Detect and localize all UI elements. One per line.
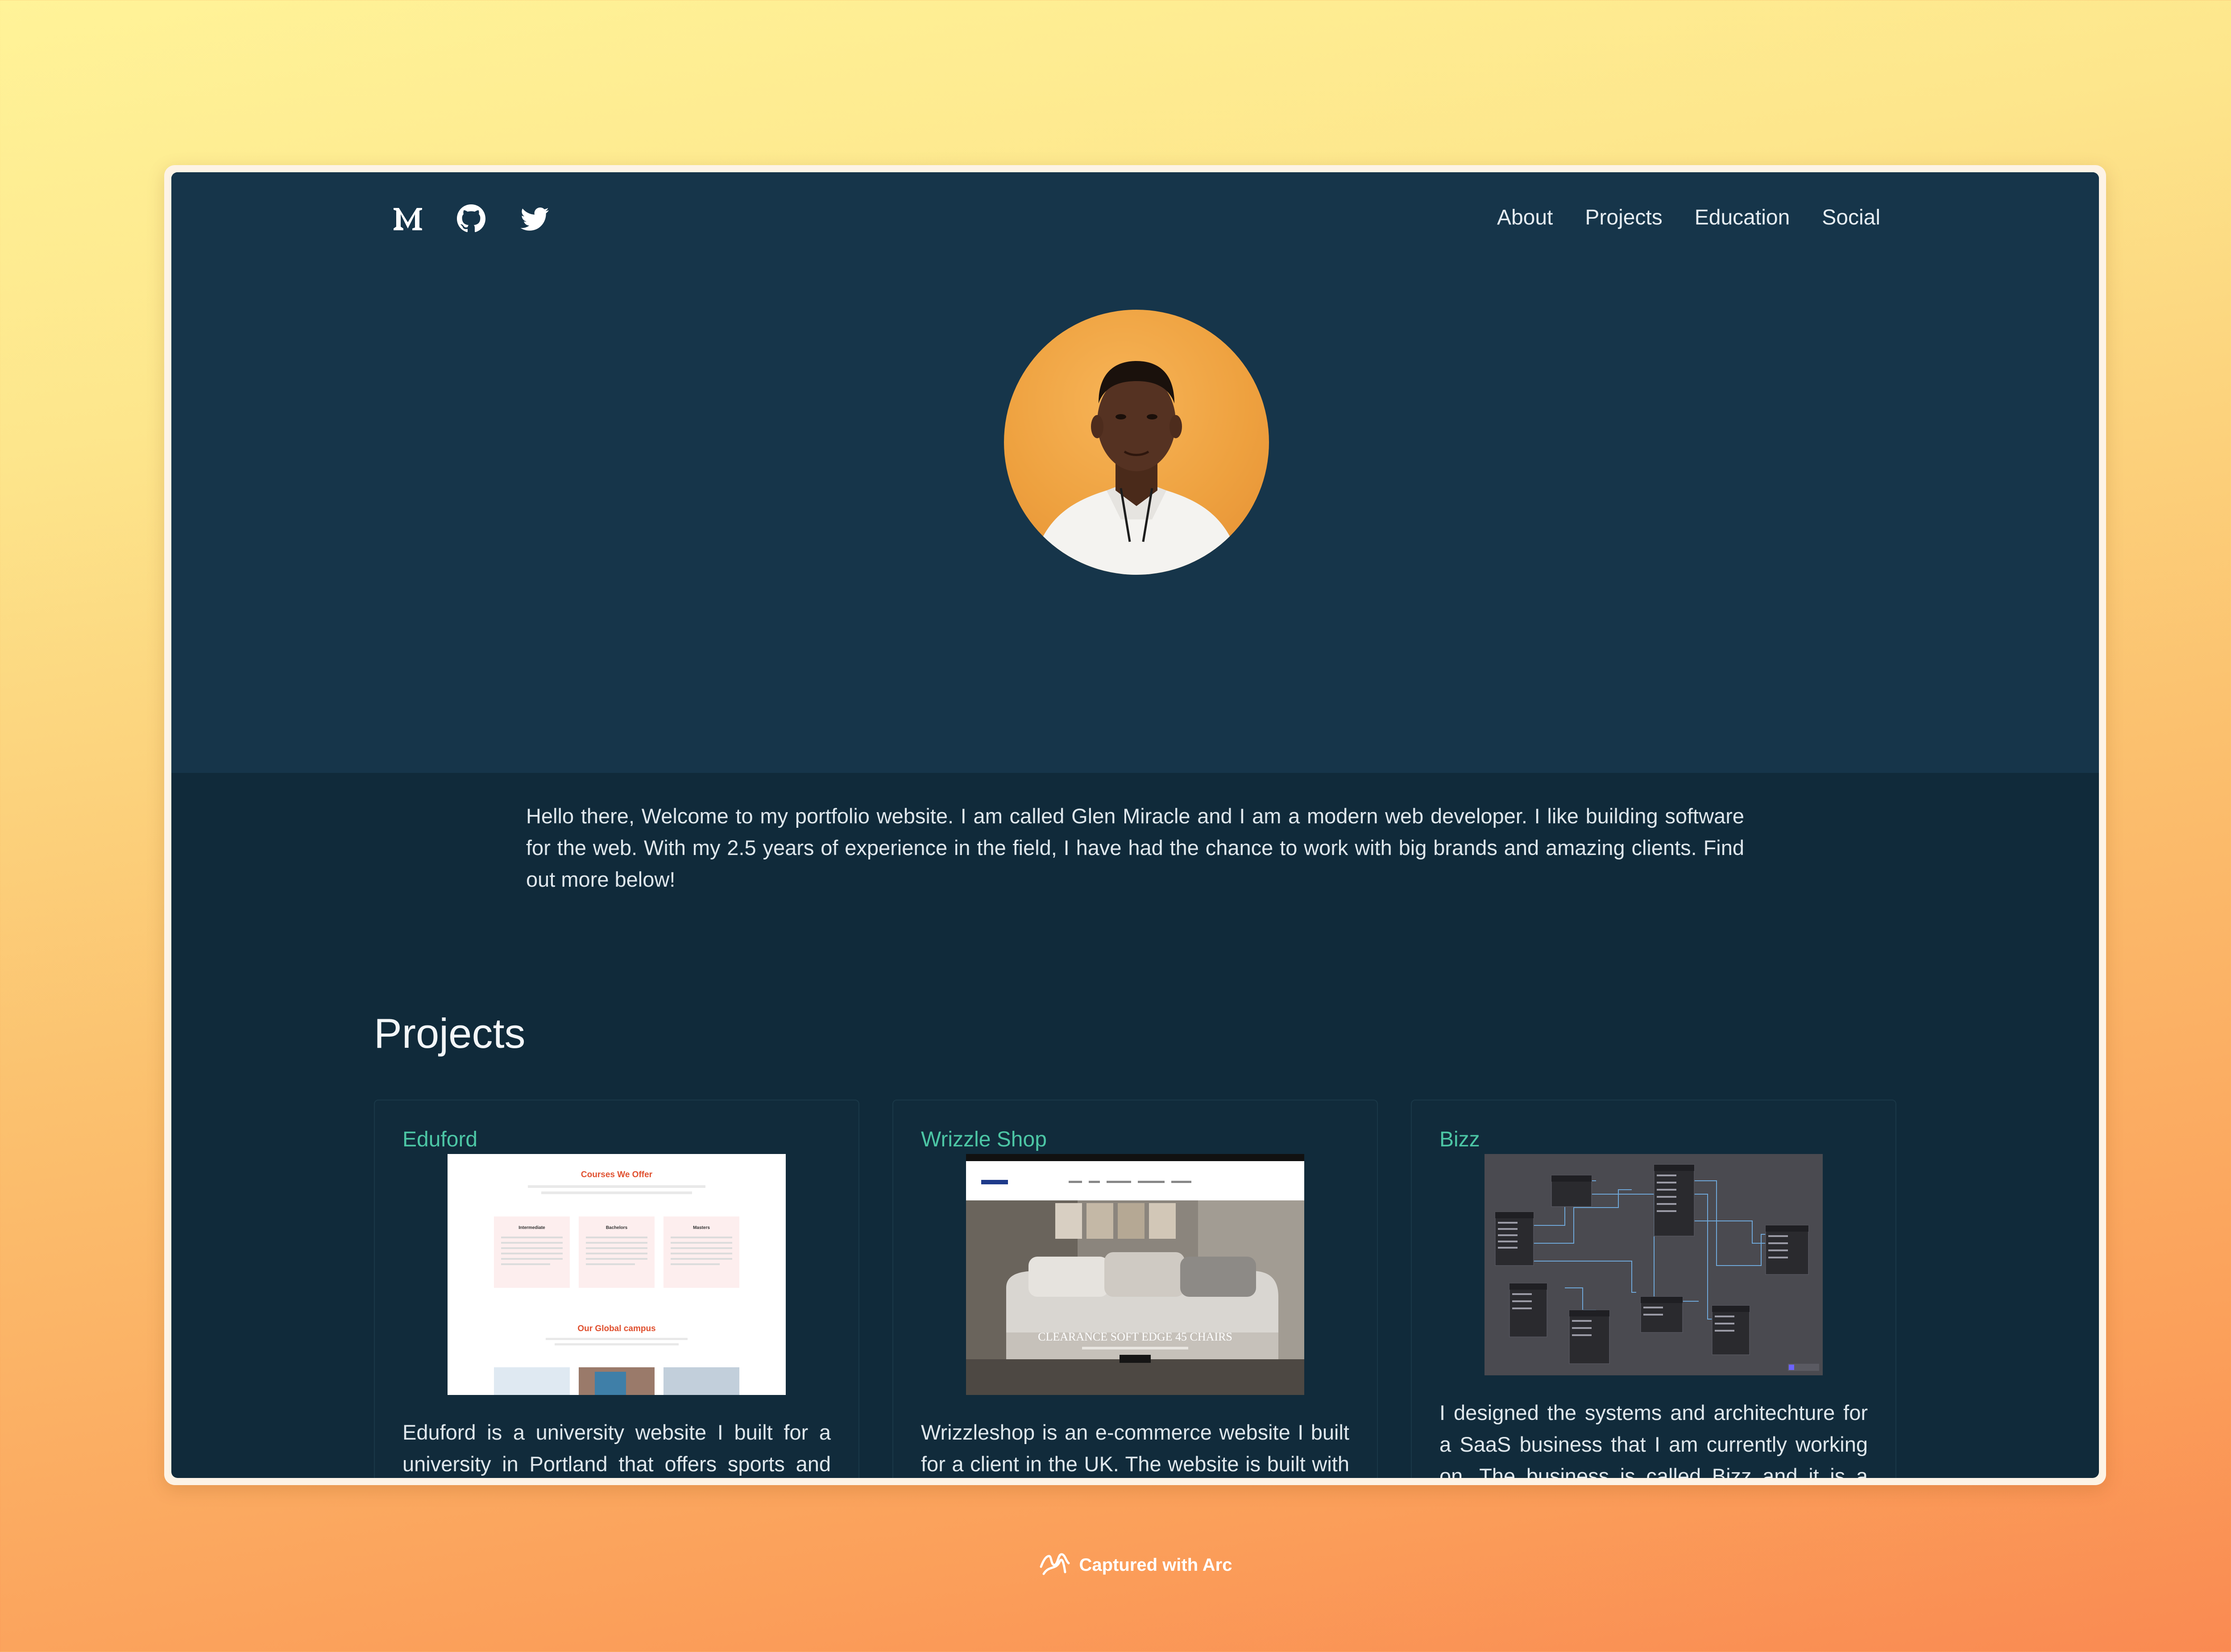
nav-link-projects[interactable]: Projects — [1585, 200, 1662, 236]
thumb-course-2: Bachelors — [606, 1225, 628, 1230]
twitter-icon[interactable] — [517, 201, 552, 237]
project-card-bizz[interactable]: Bizz I designed the systems and architec… — [1411, 1100, 1896, 1478]
project-title-eduford[interactable]: Eduford — [402, 1126, 831, 1153]
project-title-wrizzle-shop[interactable]: Wrizzle Shop — [921, 1126, 1349, 1153]
thumb-heading: Courses We Offer — [581, 1170, 653, 1179]
project-card-wrizzle-shop[interactable]: Wrizzle Shop CLEARANCE SOFT EDGE 45 CHAI… — [892, 1100, 1378, 1478]
project-thumbnail-bizz[interactable] — [1485, 1154, 1823, 1375]
thumb-banner: CLEARANCE SOFT EDGE 45 CHAIRS — [1038, 1330, 1232, 1343]
browser-frame: About Projects Education Social Hello th… — [164, 165, 2106, 1485]
github-icon[interactable] — [453, 201, 489, 237]
nav-link-social[interactable]: Social — [1822, 200, 1880, 236]
arc-logo-icon — [1038, 1551, 1071, 1579]
main-nav: About Projects Education Social — [1497, 200, 1880, 236]
capture-label: Captured with Arc — [1079, 1555, 1232, 1575]
thumb-heading-2: Our Global campus — [577, 1324, 655, 1333]
project-description-bizz: I designed the systems and architechture… — [1439, 1401, 1868, 1478]
medium-icon[interactable] — [390, 201, 426, 237]
project-description-wrizzle-shop: Wrizzleshop is an e-commerce website I b… — [921, 1420, 1349, 1476]
projects-heading: Projects — [374, 1010, 526, 1057]
project-thumbnail-wrizzle-shop[interactable]: CLEARANCE SOFT EDGE 45 CHAIRS — [966, 1154, 1304, 1395]
nav-link-education[interactable]: Education — [1695, 200, 1790, 236]
browser-window: About Projects Education Social Hello th… — [171, 172, 2099, 1478]
project-thumbnail-eduford[interactable]: Courses We Offer Intermediate Bachelors … — [448, 1154, 786, 1395]
thumb-course-3: Masters — [693, 1225, 710, 1230]
nav-link-about[interactable]: About — [1497, 200, 1553, 236]
intro-text: Hello there, Welcome to my portfolio web… — [526, 804, 1744, 891]
profile-avatar — [1004, 310, 1269, 575]
capture-footer: Captured with Arc — [0, 1551, 2231, 1579]
project-description-eduford: Eduford is a university website I built … — [402, 1420, 831, 1476]
hero-section: About Projects Education Social Hello th… — [171, 172, 2099, 891]
project-title-bizz[interactable]: Bizz — [1439, 1126, 1868, 1153]
project-card-eduford[interactable]: Eduford Courses We Offer Intermediate Ba… — [374, 1100, 859, 1478]
thumb-course-1: Intermediate — [518, 1225, 545, 1230]
